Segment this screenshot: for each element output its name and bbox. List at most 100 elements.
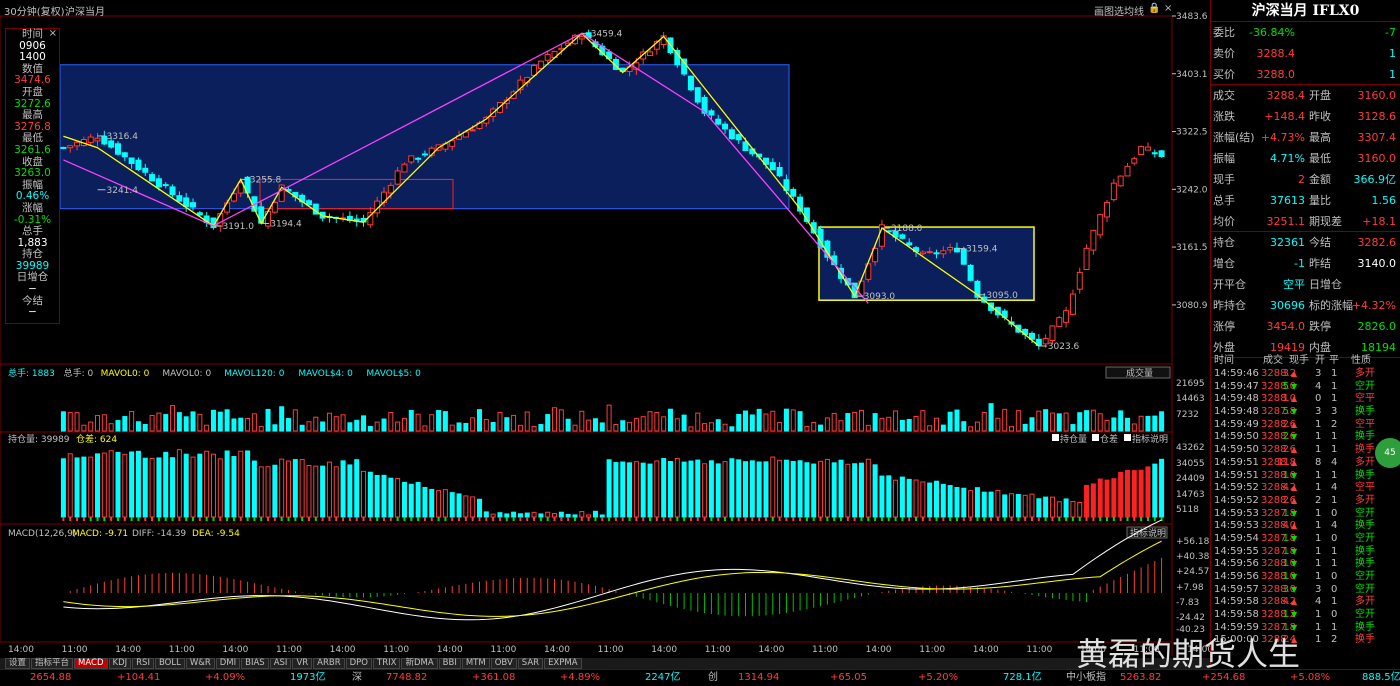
tab-13[interactable]: TRIX	[373, 658, 401, 669]
oi-delta	[185, 517, 188, 521]
volume-legend: MAVOL120: 0	[224, 369, 285, 379]
tab-11[interactable]: ARBR	[313, 658, 345, 669]
oi-bar	[620, 461, 626, 518]
tab-10[interactable]: VR	[292, 658, 313, 669]
lock-icon[interactable]: 🔒	[1148, 3, 1160, 14]
volume-bar	[1043, 409, 1049, 432]
stats-button[interactable]: 画图选	[1094, 3, 1124, 18]
quote-cell: 涨停	[1213, 320, 1235, 333]
tab-4[interactable]: RSI	[132, 658, 154, 669]
candle	[715, 118, 722, 125]
oi-delta	[785, 517, 788, 521]
oi-delta	[819, 517, 822, 521]
oi-bar	[395, 477, 401, 518]
trading-app: 3483.6 3403.1 3322.5 3242.0 3161.5 3080.9 3316…	[0, 0, 1400, 686]
volume-bar	[415, 413, 421, 432]
oi-bar	[756, 461, 762, 518]
tab-18[interactable]: SAR	[517, 658, 544, 669]
oi-bar	[538, 513, 544, 518]
oi-delta	[82, 517, 85, 521]
tick-open: 1	[1315, 520, 1322, 532]
y-tick-label: 3080.9	[1176, 301, 1208, 311]
oi-delta	[342, 517, 345, 521]
ma-button[interactable]: 均线	[1124, 3, 1144, 18]
x-tick-label: 11:00	[62, 645, 88, 655]
oi-bar	[122, 453, 128, 518]
tab-6[interactable]: W&R	[185, 658, 215, 669]
oi-bar	[749, 460, 755, 518]
checkbox	[1092, 434, 1099, 441]
oi-delta	[69, 517, 72, 521]
tab-9[interactable]: ASI	[269, 658, 292, 669]
close-icon[interactable]: ×	[49, 28, 57, 40]
x-tick-label: 11:00	[705, 645, 731, 655]
quote-cell: 3288.4	[1266, 89, 1306, 102]
float-button[interactable]: 45	[1375, 438, 1400, 468]
status-item: 2247亿	[645, 672, 681, 683]
tab-2[interactable]: MACD	[74, 658, 108, 669]
tab-19[interactable]: EXPMA	[544, 658, 582, 669]
oi-bar	[490, 513, 496, 518]
volume-bar	[511, 414, 517, 432]
candle	[919, 251, 926, 255]
tick-open: 1	[1315, 418, 1322, 430]
oi-delta	[1112, 517, 1115, 521]
period-label[interactable]: 30分钟(复权)	[4, 3, 65, 18]
tick-close: 0	[1331, 532, 1338, 544]
tick-time: 14:59:46	[1214, 368, 1259, 379]
oi-bar	[401, 481, 407, 518]
indicator-tabs: 设置 指标平台 MACD KDJ RSI BOLL W&R DMI BIAS ASI VR ARBR D…	[0, 658, 1210, 669]
quote-cell: 4.71%	[1270, 152, 1305, 165]
oi-delta	[894, 517, 897, 521]
quote-cell: 37613	[1270, 194, 1305, 207]
volume-bar	[463, 422, 469, 432]
volume-bar	[702, 423, 708, 432]
tick-nature: 换手	[1355, 520, 1375, 532]
tab-8[interactable]: BIAS	[241, 658, 269, 669]
quote-cell: 3160.0	[1357, 89, 1397, 102]
oi-bar	[599, 514, 605, 518]
x-tick-label: 14:00	[866, 645, 892, 655]
volume-bar	[879, 417, 885, 432]
close-icon[interactable]: ×	[1164, 3, 1172, 14]
candle	[401, 163, 408, 173]
tab-15[interactable]: BBI	[438, 658, 461, 669]
oi-delta	[758, 517, 761, 521]
oi-bar	[1049, 496, 1055, 518]
tick-open: 1	[1315, 558, 1322, 570]
tab-7[interactable]: DMI	[215, 658, 241, 669]
tab-1[interactable]: 指标平台	[31, 658, 74, 669]
quote-row: 卖价 3288.4 1	[1211, 43, 1400, 64]
oi-bar	[845, 463, 851, 518]
tab-12[interactable]: DPO	[345, 658, 373, 669]
oi-delta	[935, 517, 938, 521]
tab-14[interactable]: 新DMA	[401, 658, 438, 669]
oi-bar	[722, 461, 728, 518]
tick-hand: 1	[1282, 571, 1289, 582]
oi-delta	[478, 517, 481, 521]
quote-cell: 量比	[1309, 194, 1331, 207]
tab-16[interactable]: MTM	[461, 658, 490, 669]
candle	[449, 140, 456, 147]
tab-17[interactable]: OBV	[490, 658, 517, 669]
tick-hand: 1	[1282, 507, 1289, 519]
volume-bar	[1124, 417, 1130, 432]
volume-bar	[449, 424, 455, 432]
tab-3[interactable]: KDJ	[108, 658, 132, 669]
oi-bar	[388, 477, 394, 518]
tick-hand: 2	[1282, 444, 1289, 456]
volume-bar	[279, 406, 285, 432]
volume-bar	[265, 408, 271, 432]
volume-bar	[545, 414, 551, 432]
watermark: 黄磊的期货人生	[1076, 635, 1301, 673]
oi-delta	[1092, 517, 1095, 521]
quote-cell: -1	[1294, 257, 1305, 270]
oi-delta	[710, 517, 713, 521]
oi-delta	[76, 517, 79, 521]
oi-delta	[451, 517, 454, 521]
tab-5[interactable]: BOLL	[154, 658, 185, 669]
arrow-up-icon: ▲	[1291, 521, 1298, 531]
tab-0[interactable]: 设置	[5, 658, 31, 669]
volume-bar	[770, 410, 776, 432]
quote-cell: 最低	[1309, 152, 1331, 165]
